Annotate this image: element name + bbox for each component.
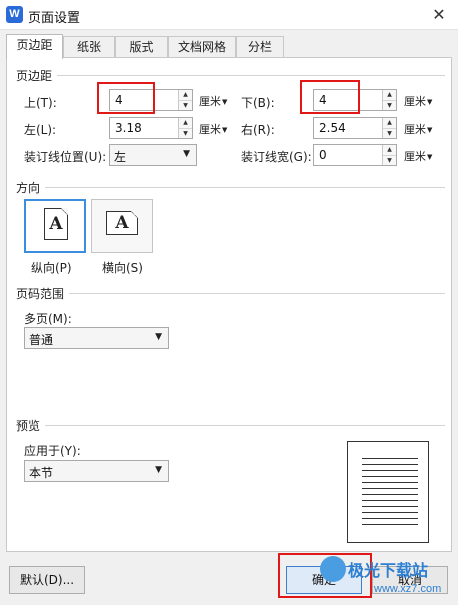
pages-section-title: 页码范围 <box>16 287 65 301</box>
left-margin-value[interactable]: 3.18 <box>115 121 142 135</box>
caret-down-icon: ▼ <box>222 98 228 106</box>
cancel-button[interactable]: 取消 <box>372 566 448 594</box>
orientation-section-title: 方向 <box>16 181 41 195</box>
spin-down-icon[interactable]: ▼ <box>179 128 192 138</box>
apply-to-select[interactable]: 本节 ▼ <box>24 460 169 482</box>
tab-layout[interactable]: 版式 <box>115 36 168 58</box>
gutter-width-arrows: ▲ ▼ <box>382 145 396 165</box>
apply-to-label: 应用于(Y): <box>24 444 81 458</box>
orientation-divider <box>45 187 445 188</box>
spin-up-icon[interactable]: ▲ <box>383 145 396 155</box>
top-margin-label: 上(T): <box>24 96 57 110</box>
close-icon: ✕ <box>432 5 446 24</box>
bottom-margin-arrows: ▲ ▼ <box>382 90 396 110</box>
chevron-down-icon: ▼ <box>183 149 190 159</box>
preview-divider <box>45 425 445 426</box>
left-margin-unit[interactable]: 厘米▼ <box>199 121 227 137</box>
spin-down-icon[interactable]: ▼ <box>383 128 396 138</box>
page-fold-icon <box>131 211 138 218</box>
margins-divider <box>57 75 445 76</box>
bottom-margin-value[interactable]: 4 <box>319 93 327 107</box>
top-margin-unit[interactable]: 厘米▼ <box>199 93 227 109</box>
pages-divider <box>69 293 445 294</box>
default-button[interactable]: 默认(D)... <box>9 566 85 594</box>
gutter-position-value: 左 <box>114 150 127 164</box>
left-margin-stepper[interactable]: 3.18 ▲ ▼ <box>109 117 193 139</box>
top-margin-value[interactable]: 4 <box>115 93 123 107</box>
page-fold-icon <box>61 208 68 215</box>
right-margin-arrows: ▲ ▼ <box>382 118 396 138</box>
preview-section-title: 预览 <box>16 419 41 433</box>
top-margin-arrows: ▲ ▼ <box>178 90 192 110</box>
margins-panel: 页边距 上(T): 4 ▲ ▼ 厘米▼ 下(B): 4 ▲ ▼ 厘米▼ 左(L)… <box>6 57 452 552</box>
spin-up-icon[interactable]: ▲ <box>383 90 396 100</box>
tab-margins[interactable]: 页边距 <box>6 34 63 59</box>
portrait-page-icon: A <box>44 208 68 240</box>
portrait-label[interactable]: 纵向(P) <box>31 259 72 276</box>
caret-down-icon: ▼ <box>427 98 433 106</box>
landscape-page-icon: A <box>106 211 138 235</box>
multiple-pages-select[interactable]: 普通 ▼ <box>24 327 169 349</box>
chevron-down-icon: ▼ <box>155 465 162 475</box>
caret-down-icon: ▼ <box>222 126 228 134</box>
spin-up-icon[interactable]: ▲ <box>179 118 192 128</box>
multiple-pages-label: 多页(M): <box>24 312 72 326</box>
spin-up-icon[interactable]: ▲ <box>383 118 396 128</box>
spin-up-icon[interactable]: ▲ <box>179 90 192 100</box>
tab-columns[interactable]: 分栏 <box>236 36 284 58</box>
bottom-margin-label: 下(B): <box>241 96 275 110</box>
bottom-margin-stepper[interactable]: 4 ▲ ▼ <box>313 89 397 111</box>
caret-down-icon: ▼ <box>427 126 433 134</box>
ok-button[interactable]: 确定 <box>286 566 362 594</box>
right-margin-value[interactable]: 2.54 <box>319 121 346 135</box>
title-bar: W 页面设置 ✕ <box>0 0 458 30</box>
left-margin-arrows: ▲ ▼ <box>178 118 192 138</box>
right-margin-stepper[interactable]: 2.54 ▲ ▼ <box>313 117 397 139</box>
spin-down-icon[interactable]: ▼ <box>179 100 192 110</box>
page-preview <box>347 441 429 543</box>
gutter-position-select[interactable]: 左 ▼ <box>109 144 197 166</box>
gutter-width-unit[interactable]: 厘米▼ <box>404 148 432 164</box>
left-margin-label: 左(L): <box>24 123 57 137</box>
tab-paper[interactable]: 纸张 <box>63 36 115 58</box>
gutter-width-stepper[interactable]: 0 ▲ ▼ <box>313 144 397 166</box>
caret-down-icon: ▼ <box>427 153 433 161</box>
landscape-option[interactable]: A <box>91 199 153 253</box>
gutter-width-value[interactable]: 0 <box>319 148 327 162</box>
bottom-margin-unit[interactable]: 厘米▼ <box>404 93 432 109</box>
gutter-width-label: 装订线宽(G): <box>241 150 312 164</box>
right-margin-label: 右(R): <box>241 123 275 137</box>
tab-document-grid[interactable]: 文档网格 <box>168 36 236 58</box>
right-margin-unit[interactable]: 厘米▼ <box>404 121 432 137</box>
spin-down-icon[interactable]: ▼ <box>383 100 396 110</box>
gutter-position-label: 装订线位置(U): <box>24 150 107 164</box>
apply-to-value: 本节 <box>29 466 54 480</box>
wps-app-icon: W <box>6 6 23 23</box>
dialog-title: 页面设置 <box>28 11 81 26</box>
top-margin-stepper[interactable]: 4 ▲ ▼ <box>109 89 193 111</box>
spin-down-icon[interactable]: ▼ <box>383 155 396 165</box>
close-button[interactable]: ✕ <box>428 4 450 26</box>
chevron-down-icon: ▼ <box>155 332 162 342</box>
landscape-label[interactable]: 横向(S) <box>102 259 143 276</box>
portrait-option[interactable]: A <box>24 199 86 253</box>
multiple-pages-value: 普通 <box>29 333 54 347</box>
margins-section-title: 页边距 <box>16 69 53 83</box>
